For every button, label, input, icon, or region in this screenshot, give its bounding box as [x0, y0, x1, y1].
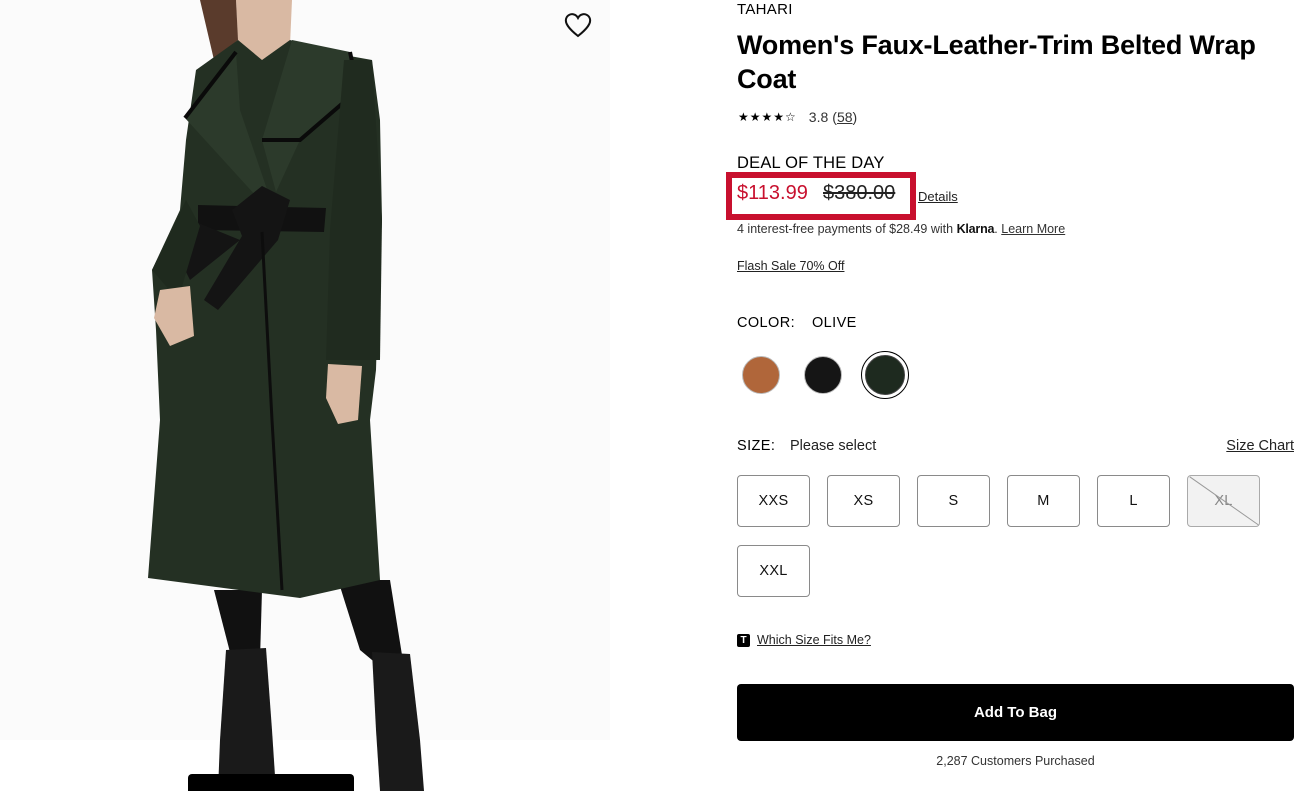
- size-option-xl[interactable]: XL: [1187, 475, 1260, 527]
- klarna-logo: Klarna: [956, 222, 995, 236]
- color-swatch-olive[interactable]: [861, 351, 909, 399]
- which-size-fits-link[interactable]: Which Size Fits Me?: [757, 633, 871, 647]
- product-image-area: [0, 0, 700, 791]
- product-image[interactable]: [0, 0, 610, 791]
- review-count-link[interactable]: 58: [837, 109, 853, 125]
- size-option-s[interactable]: S: [917, 475, 990, 527]
- color-swatch-brown[interactable]: [739, 353, 783, 397]
- swatch-fill: [804, 356, 842, 394]
- star-rating-icon: ★★★★☆: [738, 110, 797, 124]
- size-label: SIZE:: [737, 438, 776, 454]
- rating-value: 3.8: [808, 109, 829, 125]
- color-swatch-black[interactable]: [801, 353, 845, 397]
- flash-sale-link[interactable]: Flash Sale 70% Off: [737, 259, 844, 273]
- swatch-fill: [742, 356, 780, 394]
- brand-name[interactable]: TAHARI: [737, 1, 793, 18]
- product-title: Women's Faux-Leather-Trim Belted Wrap Co…: [737, 30, 1256, 94]
- size-chart-link[interactable]: Size Chart: [1226, 438, 1294, 454]
- swatch-fill: [865, 355, 905, 395]
- original-price: $380.00: [823, 182, 896, 204]
- wishlist-heart-icon[interactable]: [562, 9, 594, 41]
- color-label: COLOR:: [737, 315, 795, 331]
- size-option-m[interactable]: M: [1007, 475, 1080, 527]
- klarna-text: 4 interest-free payments of $28.49 with: [737, 222, 957, 236]
- size-option-xxs[interactable]: XXS: [737, 475, 810, 527]
- deal-of-the-day-label: DEAL OF THE DAY: [737, 154, 885, 172]
- true-fit-icon: T: [737, 633, 750, 647]
- price-details-link[interactable]: Details: [918, 189, 958, 204]
- image-tab-indicator[interactable]: [188, 774, 354, 791]
- klarna-learn-more-link[interactable]: Learn More: [1001, 222, 1065, 236]
- size-fit-helper[interactable]: T Which Size Fits Me?: [737, 633, 871, 647]
- size-option-xs[interactable]: XS: [827, 475, 900, 527]
- size-option-xxl[interactable]: XXL: [737, 545, 810, 597]
- review-count[interactable]: (58): [832, 109, 857, 125]
- klarna-installments: 4 interest-free payments of $28.49 with …: [737, 222, 1066, 236]
- customers-purchased-count: 2,287 Customers Purchased: [936, 754, 1095, 768]
- product-rating[interactable]: ★★★★☆ 3.8 (58): [738, 109, 857, 125]
- size-selection-prompt: Please select: [790, 438, 877, 454]
- add-to-bag-button[interactable]: Add To Bag: [737, 684, 1294, 741]
- size-option-l[interactable]: L: [1097, 475, 1170, 527]
- sale-price: $113.99: [737, 182, 808, 204]
- selected-color: OLIVE: [812, 315, 857, 331]
